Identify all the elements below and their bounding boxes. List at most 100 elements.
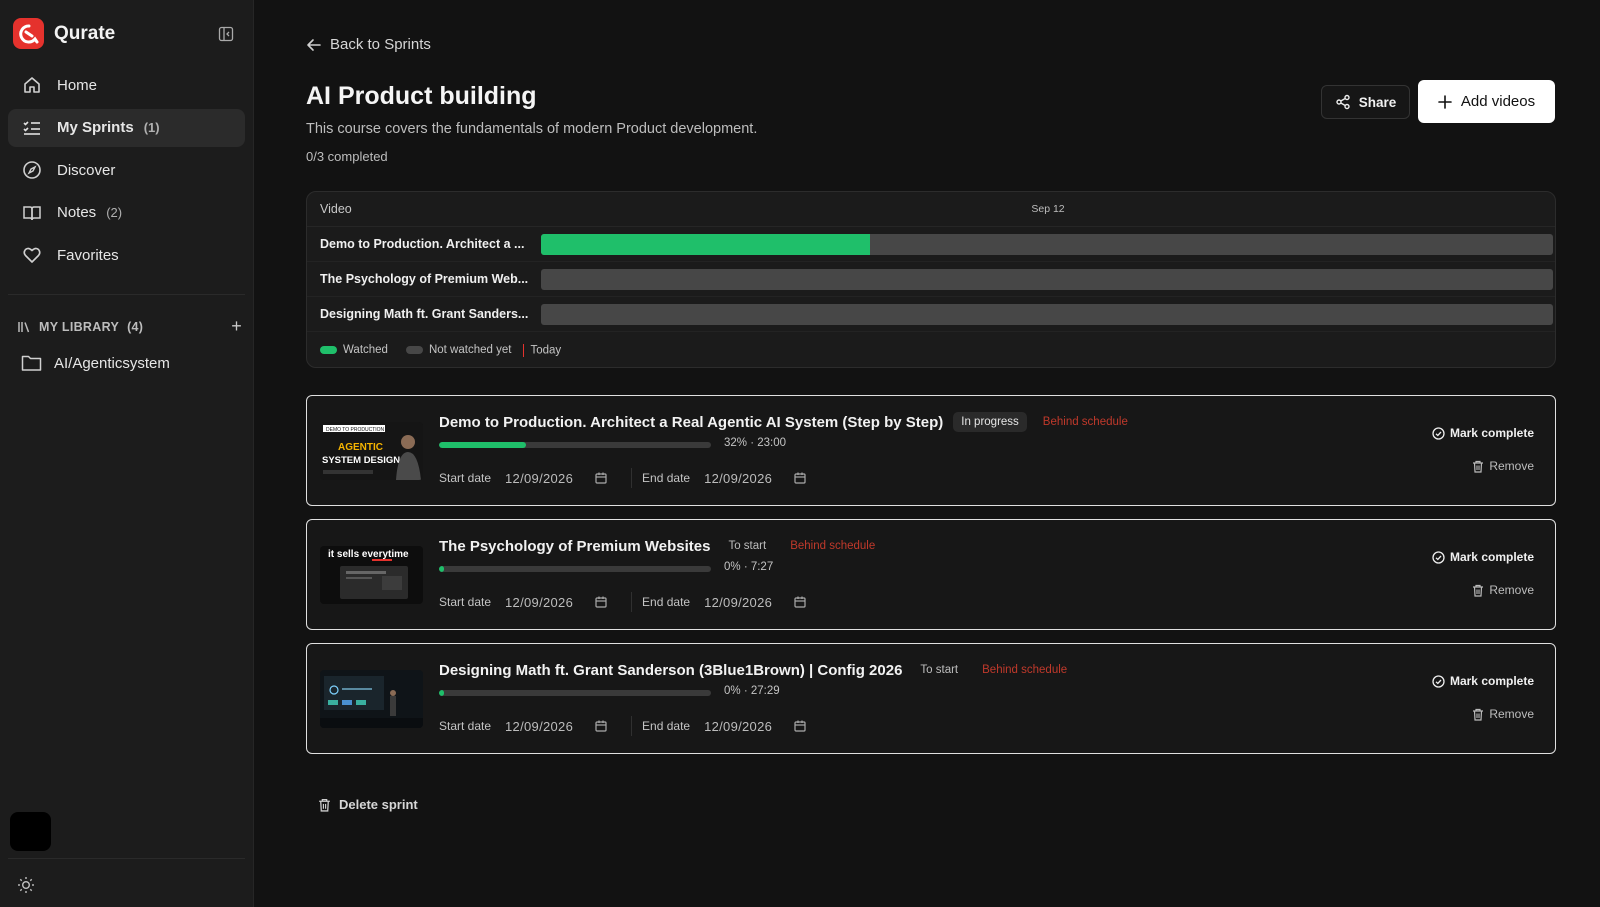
mark-complete-button[interactable]: Mark complete <box>1432 674 1534 688</box>
trash-icon <box>1472 708 1484 721</box>
nav-count: (2) <box>106 205 123 220</box>
video-card[interactable]: Designing Math ft. Grant Sanderson (3Blu… <box>306 643 1556 754</box>
mark-complete-label: Mark complete <box>1449 550 1534 564</box>
nav-item-favorites[interactable]: Favorites <box>8 236 245 274</box>
video-title[interactable]: Demo to Production. Architect a Real Age… <box>439 414 943 431</box>
calendar-icon[interactable] <box>595 472 607 484</box>
remove-button[interactable]: Remove <box>1472 459 1534 473</box>
add-library-button[interactable]: + <box>231 316 242 337</box>
nav-item-notes[interactable]: Notes (2) <box>8 194 245 232</box>
nav-item-home[interactable]: Home <box>8 66 245 104</box>
brand[interactable]: Qurate <box>13 18 115 49</box>
collapse-sidebar-button[interactable] <box>216 24 236 44</box>
remove-label: Remove <box>1489 707 1534 721</box>
end-date-input[interactable]: 12/09/2026 <box>704 471 820 486</box>
schedule-badge: Behind schedule <box>1042 416 1128 428</box>
sprint-timeline: Video Sep 12 Demo to Production. Archite… <box>306 191 1556 368</box>
remove-label: Remove <box>1489 583 1534 597</box>
start-date-input[interactable]: 12/09/2026 <box>505 471 621 486</box>
calendar-icon[interactable] <box>595 720 607 732</box>
timeline-row[interactable]: The Psychology of Premium Web... <box>307 262 1555 297</box>
start-date-label: Start date <box>439 471 492 485</box>
end-date-input[interactable]: 12/09/2026 <box>704 595 820 610</box>
timeline-header: Video Sep 12 <box>307 192 1555 227</box>
end-date-label: End date <box>642 595 691 609</box>
timeline-date-header: Sep 12 <box>1031 203 1065 215</box>
delete-sprint-button[interactable]: Delete sprint <box>318 797 418 812</box>
check-circle-icon <box>1432 426 1445 440</box>
share-label: Share <box>1358 94 1397 110</box>
back-to-sprints-link[interactable]: Back to Sprints <box>306 36 431 53</box>
library-item-ai-agenticsystem[interactable]: AI/Agenticsystem <box>21 354 170 372</box>
check-circle-icon <box>1432 550 1445 564</box>
calendar-icon[interactable] <box>794 720 806 732</box>
my-library-header: MY LIBRARY (4) + <box>17 316 242 337</box>
thumb-line2: SYSTEM DESIGN <box>322 455 400 466</box>
theme-toggle-button[interactable] <box>17 876 35 894</box>
sidebar-divider <box>8 294 245 295</box>
date-range: Start date 12/09/2026 End date 12/09/202… <box>439 468 830 488</box>
video-thumbnail[interactable]: it sells everytime <box>320 546 423 604</box>
progress-fill <box>439 442 527 448</box>
start-date-input[interactable]: 12/09/2026 <box>505 595 621 610</box>
timeline-row[interactable]: Demo to Production. Architect a ... <box>307 227 1555 262</box>
video-thumbnail[interactable]: DEMO TO PRODUCTION AGENTIC SYSTEM DESIGN <box>320 422 423 480</box>
start-date-input[interactable]: 12/09/2026 <box>505 719 621 734</box>
remove-button[interactable]: Remove <box>1472 583 1534 597</box>
calendar-icon[interactable] <box>595 596 607 608</box>
remove-button[interactable]: Remove <box>1472 707 1534 721</box>
nav-label: Discover <box>57 161 116 179</box>
status-badge: To start <box>728 540 767 552</box>
trash-icon <box>318 798 331 812</box>
compass-icon <box>21 159 43 181</box>
video-card[interactable]: it sells everytime The Psychology of Pre… <box>306 519 1556 630</box>
book-icon <box>21 202 43 224</box>
completed-count: 0/3 completed <box>306 149 388 164</box>
timeline-watched-fill <box>541 233 870 255</box>
calendar-icon[interactable] <box>794 596 806 608</box>
nav-label: My Sprints <box>57 119 134 136</box>
legend-watched: Watched <box>320 344 388 356</box>
mark-complete-label: Mark complete <box>1449 674 1534 688</box>
thumb-caption: it sells everytime <box>328 549 409 560</box>
library-item-label: AI/Agenticsystem <box>54 354 170 372</box>
timeline-video-name: The Psychology of Premium Web... <box>320 272 529 286</box>
add-videos-label: Add videos <box>1460 93 1536 110</box>
progress-text: 0% · 27:29 <box>724 685 780 697</box>
date-divider <box>631 592 633 612</box>
start-date-value: 12/09/2026 <box>505 718 574 734</box>
nav-count: (1) <box>143 120 160 135</box>
video-title[interactable]: Designing Math ft. Grant Sanderson (3Blu… <box>439 662 902 679</box>
timeline-track <box>541 268 1553 290</box>
mark-complete-label: Mark complete <box>1449 426 1534 440</box>
thumb-line1: AGENTIC <box>338 442 383 453</box>
page-title: AI Product building <box>306 82 537 110</box>
plus-icon <box>1438 94 1452 109</box>
status-badge: In progress <box>953 412 1027 432</box>
end-date-value: 12/09/2026 <box>704 718 773 734</box>
calendar-icon[interactable] <box>794 472 806 484</box>
avatar[interactable] <box>10 812 51 851</box>
share-button[interactable]: Share <box>1321 85 1410 119</box>
nav-item-discover[interactable]: Discover <box>8 151 245 189</box>
start-date-value: 12/09/2026 <box>505 470 574 486</box>
add-videos-button[interactable]: Add videos <box>1418 80 1555 123</box>
qurate-logo-icon <box>13 18 44 49</box>
nav-item-my-sprints[interactable]: My Sprints (1) <box>8 108 245 147</box>
library-count: (4) <box>127 319 144 334</box>
progress-text: 0% · 7:27 <box>724 561 774 573</box>
arrow-left-icon <box>306 37 322 53</box>
video-title-row: The Psychology of Premium Websites To st… <box>439 536 881 556</box>
end-date-label: End date <box>642 471 691 485</box>
video-title[interactable]: The Psychology of Premium Websites <box>439 538 710 555</box>
mark-complete-button[interactable]: Mark complete <box>1432 550 1534 564</box>
video-card[interactable]: DEMO TO PRODUCTION AGENTIC SYSTEM DESIGN… <box>306 395 1556 506</box>
end-date-value: 12/09/2026 <box>704 594 773 610</box>
video-thumbnail[interactable] <box>320 670 423 728</box>
date-divider <box>631 716 633 736</box>
start-date-label: Start date <box>439 719 492 733</box>
timeline-row[interactable]: Designing Math ft. Grant Sanders... <box>307 297 1555 332</box>
end-date-input[interactable]: 12/09/2026 <box>704 719 820 734</box>
remove-label: Remove <box>1489 459 1534 473</box>
mark-complete-button[interactable]: Mark complete <box>1432 426 1534 440</box>
